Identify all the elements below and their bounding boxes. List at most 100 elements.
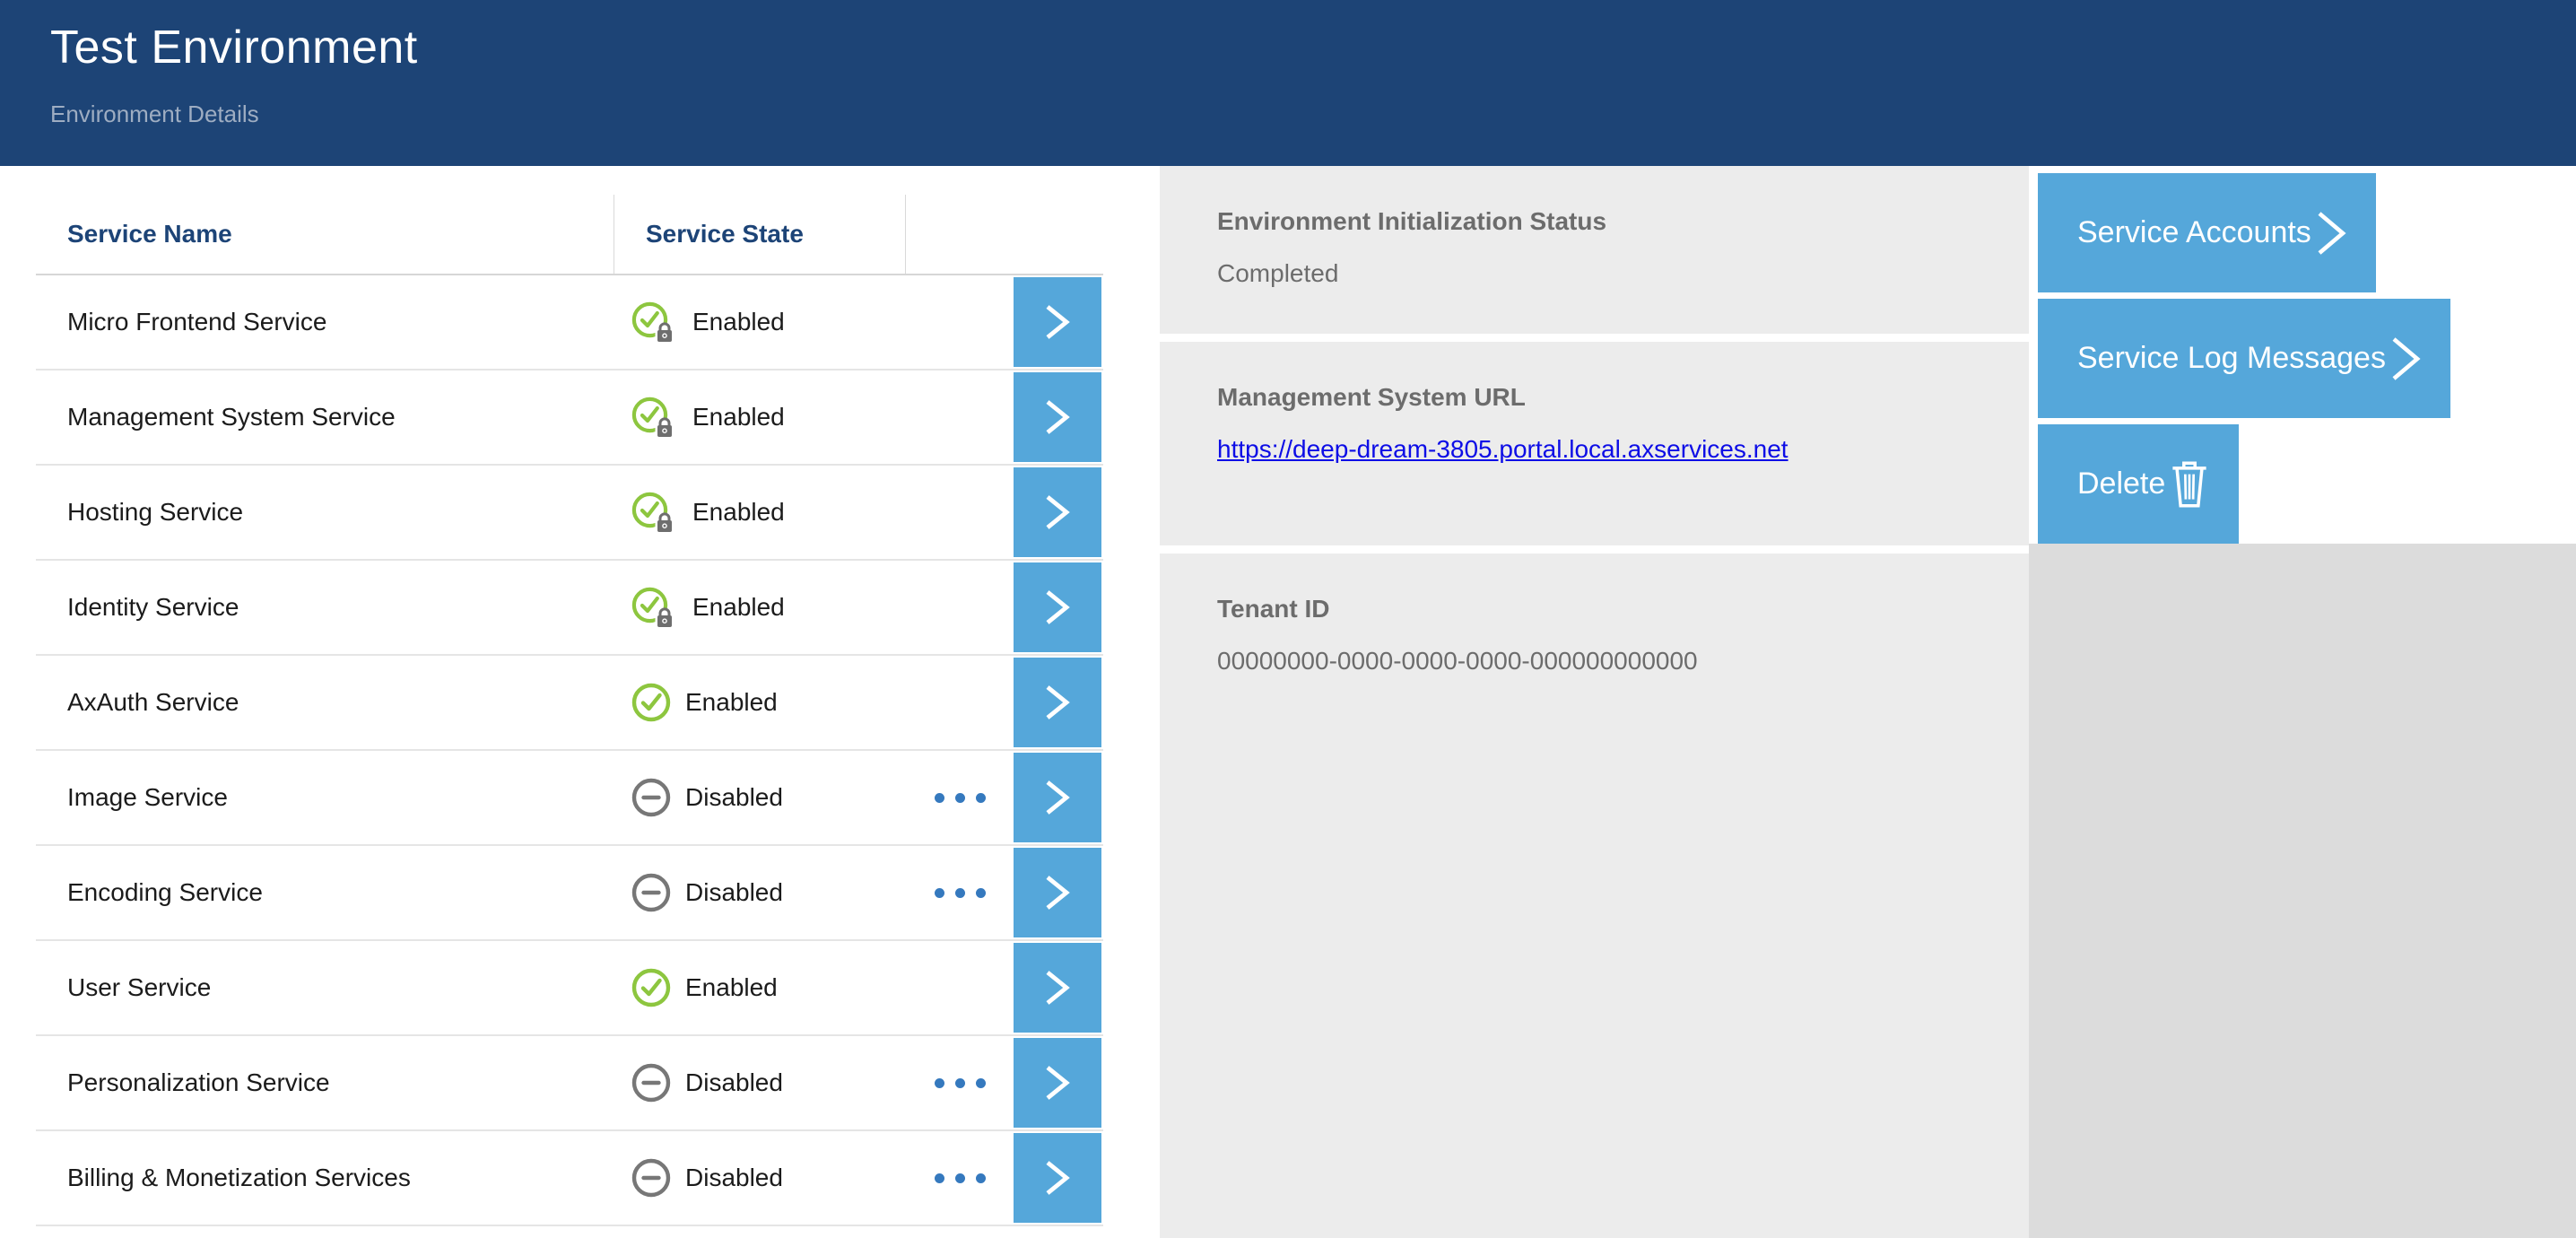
menu-dot: [955, 888, 965, 898]
service-name: Personalization Service: [36, 1068, 614, 1097]
actions-sidebar: Service Accounts Service Log Messages De…: [2029, 166, 2576, 1238]
menu-dot: [955, 793, 965, 803]
chevron-right-icon: [1042, 1157, 1073, 1199]
table-row: Billing & Monetization Services Disabled: [36, 1131, 1103, 1226]
service-log-messages-button[interactable]: Service Log Messages: [2038, 299, 2450, 418]
row-open-button[interactable]: [1014, 753, 1101, 842]
service-state-label: Disabled: [685, 1164, 783, 1192]
table-row: Identity Service Enabled: [36, 561, 1103, 656]
service-name: Billing & Monetization Services: [36, 1164, 614, 1192]
row-open-button[interactable]: [1014, 848, 1101, 937]
page-title: Test Environment: [50, 22, 2576, 74]
menu-dot: [976, 1173, 986, 1183]
detail-section-tenant-id: Tenant ID 00000000-0000-0000-0000-000000…: [1160, 554, 2029, 1238]
menu-dot: [955, 1078, 965, 1088]
row-menu-cell: [906, 1069, 1014, 1097]
enabled-check-lock-icon: [631, 491, 679, 534]
service-state: Enabled: [614, 491, 906, 534]
row-menu-cell: [906, 1164, 1014, 1192]
sidebar-background: [2029, 544, 2576, 1238]
table-row: AxAuth Service Enabled: [36, 656, 1103, 751]
service-state-label: Disabled: [685, 1068, 783, 1097]
table-row: User Service Enabled: [36, 941, 1103, 1036]
service-state: Disabled: [614, 777, 906, 818]
menu-dot: [976, 793, 986, 803]
service-name: Management System Service: [36, 403, 614, 432]
row-open-button[interactable]: [1014, 562, 1101, 652]
service-state: Enabled: [614, 396, 906, 439]
disabled-minus-icon: [631, 1062, 672, 1103]
details-panel: Environment Initialization Status Comple…: [1160, 166, 2029, 1238]
menu-dot: [955, 1173, 965, 1183]
service-state-label: Enabled: [692, 403, 785, 432]
table-row: Management System Service Enabled: [36, 371, 1103, 466]
row-open-cell: [1014, 658, 1103, 747]
table-row: Encoding Service Disabled: [36, 846, 1103, 941]
service-name: Encoding Service: [36, 878, 614, 907]
chevron-right-icon: [1042, 777, 1073, 818]
chevron-right-icon: [2311, 206, 2351, 260]
column-header-service-state: Service State: [614, 195, 906, 274]
row-open-cell: [1014, 1133, 1103, 1223]
chevron-right-icon: [1042, 397, 1073, 438]
row-open-button[interactable]: [1014, 277, 1101, 367]
tenant-id-label: Tenant ID: [1217, 595, 1993, 623]
services-table-header: Service Name Service State: [36, 166, 1103, 275]
service-state: Disabled: [614, 872, 906, 913]
row-open-button[interactable]: [1014, 658, 1101, 747]
action-label: Service Log Messages: [2077, 341, 2386, 376]
service-accounts-button[interactable]: Service Accounts: [2038, 173, 2376, 292]
service-state: Disabled: [614, 1157, 906, 1199]
row-open-cell: [1014, 467, 1103, 557]
row-open-button[interactable]: [1014, 943, 1101, 1033]
service-name: Micro Frontend Service: [36, 308, 614, 336]
menu-dot: [976, 888, 986, 898]
service-name: AxAuth Service: [36, 688, 614, 717]
table-row: Hosting Service Enabled: [36, 466, 1103, 561]
trash-icon: [2165, 458, 2214, 511]
enabled-check-lock-icon: [631, 301, 679, 344]
chevron-right-icon: [2386, 332, 2425, 386]
enabled-check-lock-icon: [631, 586, 679, 629]
enabled-check-lock-icon: [631, 396, 679, 439]
chevron-right-icon: [1042, 967, 1073, 1008]
menu-dot: [976, 1078, 986, 1088]
chevron-right-icon: [1042, 301, 1073, 343]
row-open-button[interactable]: [1014, 1038, 1101, 1128]
row-open-button[interactable]: [1014, 467, 1101, 557]
service-state-label: Enabled: [692, 498, 785, 527]
service-state: Disabled: [614, 1062, 906, 1103]
delete-button[interactable]: Delete: [2038, 424, 2239, 544]
init-status-value: Completed: [1217, 259, 1993, 288]
menu-dot: [935, 888, 944, 898]
service-state: Enabled: [614, 301, 906, 344]
service-state-label: Enabled: [685, 688, 778, 717]
row-open-cell: [1014, 848, 1103, 937]
action-label: Service Accounts: [2077, 215, 2311, 250]
row-open-cell: [1014, 562, 1103, 652]
row-menu-button[interactable]: [926, 1069, 995, 1097]
tenant-id-value: 00000000-0000-0000-0000-000000000000: [1217, 647, 1993, 676]
page-header: Test Environment Environment Details: [0, 0, 2576, 166]
row-menu-button[interactable]: [926, 879, 995, 907]
menu-dot: [935, 1078, 944, 1088]
service-state: Enabled: [614, 682, 906, 723]
enabled-check-icon: [631, 682, 672, 723]
service-state-label: Enabled: [692, 308, 785, 336]
disabled-minus-icon: [631, 1157, 672, 1199]
row-open-button[interactable]: [1014, 372, 1101, 462]
menu-dot: [935, 1173, 944, 1183]
page-subtitle: Environment Details: [50, 100, 2576, 128]
row-menu-button[interactable]: [926, 1164, 995, 1192]
environment-details-page: Test Environment Environment Details Ser…: [0, 0, 2576, 1238]
service-state: Enabled: [614, 967, 906, 1008]
column-header-service-name: Service Name: [36, 195, 614, 274]
services-table-body: Micro Frontend Service Enabled Managemen…: [36, 275, 1160, 1226]
chevron-right-icon: [1042, 872, 1073, 913]
row-open-button[interactable]: [1014, 1133, 1101, 1223]
row-menu-button[interactable]: [926, 784, 995, 812]
management-url-link[interactable]: https://deep-dream-3805.portal.local.axs…: [1217, 435, 1788, 464]
table-row: Image Service Disabled: [36, 751, 1103, 846]
service-name: User Service: [36, 973, 614, 1002]
row-open-cell: [1014, 753, 1103, 842]
